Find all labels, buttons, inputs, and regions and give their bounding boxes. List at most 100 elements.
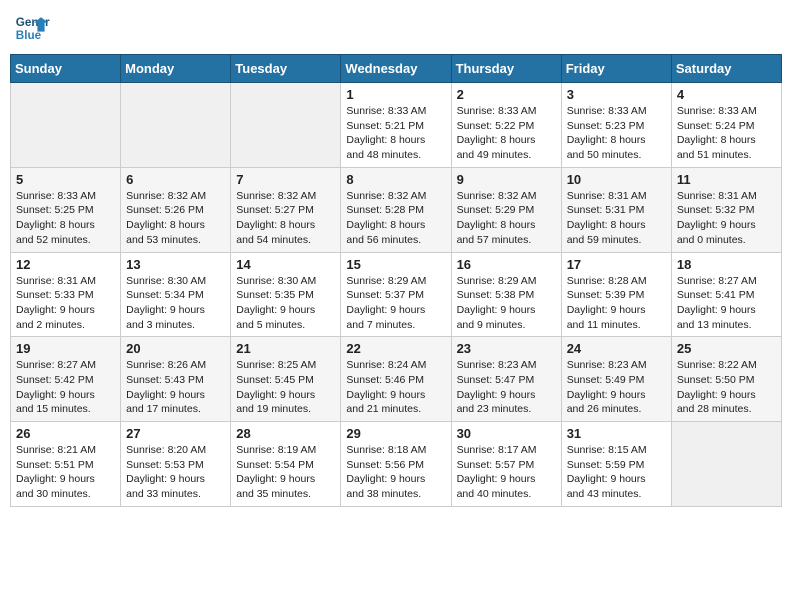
weekday-header-friday: Friday xyxy=(561,55,671,83)
weekday-header-row: SundayMondayTuesdayWednesdayThursdayFrid… xyxy=(11,55,782,83)
day-info: Sunrise: 8:22 AM Sunset: 5:50 PM Dayligh… xyxy=(677,358,776,417)
day-info: Sunrise: 8:23 AM Sunset: 5:49 PM Dayligh… xyxy=(567,358,666,417)
calendar-cell: 26 Sunrise: 8:21 AM Sunset: 5:51 PM Dayli… xyxy=(11,422,121,507)
day-number: 31 xyxy=(567,426,666,441)
day-number: 19 xyxy=(16,341,115,356)
calendar-cell: 18 Sunrise: 8:27 AM Sunset: 5:41 PM Dayli… xyxy=(671,252,781,337)
calendar-cell: 6 Sunrise: 8:32 AM Sunset: 5:26 PM Daylig… xyxy=(121,167,231,252)
week-row-2: 5Sunrise: 8:33 AM Sunset: 5:25 PM Daylig… xyxy=(11,167,782,252)
day-number: 18 xyxy=(677,257,776,272)
calendar-cell xyxy=(121,83,231,168)
day-info: Sunrise: 8:32 AM Sunset: 5:29 PM Dayligh… xyxy=(457,189,556,248)
day-number: 24 xyxy=(567,341,666,356)
day-number: 8 xyxy=(346,172,445,187)
day-info: Sunrise: 8:21 AM Sunset: 5:51 PM Dayligh… xyxy=(16,443,115,502)
calendar-cell: 3Sunrise: 8:33 AM Sunset: 5:23 PM Daylig… xyxy=(561,83,671,168)
day-info: Sunrise: 8:29 AM Sunset: 5:38 PM Dayligh… xyxy=(457,274,556,333)
calendar-cell: 24 Sunrise: 8:23 AM Sunset: 5:49 PM Dayli… xyxy=(561,337,671,422)
day-info: Sunrise: 8:32 AM Sunset: 5:28 PM Dayligh… xyxy=(346,189,445,248)
page-header: General Blue xyxy=(10,10,782,46)
calendar-cell: 9 Sunrise: 8:32 AM Sunset: 5:29 PM Daylig… xyxy=(451,167,561,252)
calendar-cell: 31Sunrise: 8:15 AM Sunset: 5:59 PM Dayli… xyxy=(561,422,671,507)
day-number: 22 xyxy=(346,341,445,356)
week-row-1: 1 Sunrise: 8:33 AM Sunset: 5:21 PM Daylig… xyxy=(11,83,782,168)
day-info: Sunrise: 8:18 AM Sunset: 5:56 PM Dayligh… xyxy=(346,443,445,502)
day-number: 12 xyxy=(16,257,115,272)
logo-icon: General Blue xyxy=(14,10,50,46)
calendar-cell: 7Sunrise: 8:32 AM Sunset: 5:27 PM Daylig… xyxy=(231,167,341,252)
day-number: 13 xyxy=(126,257,225,272)
day-info: Sunrise: 8:17 AM Sunset: 5:57 PM Dayligh… xyxy=(457,443,556,502)
calendar-cell: 4 Sunrise: 8:33 AM Sunset: 5:24 PM Daylig… xyxy=(671,83,781,168)
day-info: Sunrise: 8:30 AM Sunset: 5:34 PM Dayligh… xyxy=(126,274,225,333)
day-number: 6 xyxy=(126,172,225,187)
day-info: Sunrise: 8:20 AM Sunset: 5:53 PM Dayligh… xyxy=(126,443,225,502)
calendar-cell: 23Sunrise: 8:23 AM Sunset: 5:47 PM Dayli… xyxy=(451,337,561,422)
day-number: 27 xyxy=(126,426,225,441)
calendar-cell: 22 Sunrise: 8:24 AM Sunset: 5:46 PM Dayli… xyxy=(341,337,451,422)
week-row-3: 12Sunrise: 8:31 AM Sunset: 5:33 PM Dayli… xyxy=(11,252,782,337)
calendar-cell: 28 Sunrise: 8:19 AM Sunset: 5:54 PM Dayli… xyxy=(231,422,341,507)
day-number: 17 xyxy=(567,257,666,272)
calendar-cell xyxy=(231,83,341,168)
day-info: Sunrise: 8:26 AM Sunset: 5:43 PM Dayligh… xyxy=(126,358,225,417)
day-number: 5 xyxy=(16,172,115,187)
calendar-cell: 14 Sunrise: 8:30 AM Sunset: 5:35 PM Dayli… xyxy=(231,252,341,337)
day-number: 15 xyxy=(346,257,445,272)
day-number: 4 xyxy=(677,87,776,102)
day-number: 30 xyxy=(457,426,556,441)
week-row-4: 19Sunrise: 8:27 AM Sunset: 5:42 PM Dayli… xyxy=(11,337,782,422)
weekday-header-saturday: Saturday xyxy=(671,55,781,83)
calendar-cell: 16 Sunrise: 8:29 AM Sunset: 5:38 PM Dayli… xyxy=(451,252,561,337)
calendar-cell: 15 Sunrise: 8:29 AM Sunset: 5:37 PM Dayli… xyxy=(341,252,451,337)
calendar-table: SundayMondayTuesdayWednesdayThursdayFrid… xyxy=(10,54,782,507)
day-info: Sunrise: 8:29 AM Sunset: 5:37 PM Dayligh… xyxy=(346,274,445,333)
day-info: Sunrise: 8:19 AM Sunset: 5:54 PM Dayligh… xyxy=(236,443,335,502)
calendar-cell: 2 Sunrise: 8:33 AM Sunset: 5:22 PM Daylig… xyxy=(451,83,561,168)
weekday-header-sunday: Sunday xyxy=(11,55,121,83)
calendar-cell: 11Sunrise: 8:31 AM Sunset: 5:32 PM Dayli… xyxy=(671,167,781,252)
calendar-cell xyxy=(671,422,781,507)
day-number: 28 xyxy=(236,426,335,441)
day-number: 21 xyxy=(236,341,335,356)
calendar-cell: 13 Sunrise: 8:30 AM Sunset: 5:34 PM Dayli… xyxy=(121,252,231,337)
day-info: Sunrise: 8:33 AM Sunset: 5:23 PM Dayligh… xyxy=(567,104,666,163)
calendar-cell xyxy=(11,83,121,168)
day-info: Sunrise: 8:31 AM Sunset: 5:31 PM Dayligh… xyxy=(567,189,666,248)
day-info: Sunrise: 8:33 AM Sunset: 5:24 PM Dayligh… xyxy=(677,104,776,163)
day-number: 7 xyxy=(236,172,335,187)
calendar-cell: 20 Sunrise: 8:26 AM Sunset: 5:43 PM Dayli… xyxy=(121,337,231,422)
weekday-header-tuesday: Tuesday xyxy=(231,55,341,83)
day-number: 14 xyxy=(236,257,335,272)
day-number: 23 xyxy=(457,341,556,356)
weekday-header-thursday: Thursday xyxy=(451,55,561,83)
calendar-cell: 29 Sunrise: 8:18 AM Sunset: 5:56 PM Dayli… xyxy=(341,422,451,507)
weekday-header-wednesday: Wednesday xyxy=(341,55,451,83)
day-number: 2 xyxy=(457,87,556,102)
day-number: 16 xyxy=(457,257,556,272)
calendar-cell: 12Sunrise: 8:31 AM Sunset: 5:33 PM Dayli… xyxy=(11,252,121,337)
day-info: Sunrise: 8:31 AM Sunset: 5:32 PM Dayligh… xyxy=(677,189,776,248)
day-number: 25 xyxy=(677,341,776,356)
calendar-cell: 25 Sunrise: 8:22 AM Sunset: 5:50 PM Dayli… xyxy=(671,337,781,422)
svg-text:General: General xyxy=(16,16,50,29)
week-row-5: 26 Sunrise: 8:21 AM Sunset: 5:51 PM Dayli… xyxy=(11,422,782,507)
day-number: 20 xyxy=(126,341,225,356)
day-info: Sunrise: 8:33 AM Sunset: 5:22 PM Dayligh… xyxy=(457,104,556,163)
day-number: 1 xyxy=(346,87,445,102)
day-info: Sunrise: 8:30 AM Sunset: 5:35 PM Dayligh… xyxy=(236,274,335,333)
calendar-cell: 30 Sunrise: 8:17 AM Sunset: 5:57 PM Dayli… xyxy=(451,422,561,507)
day-info: Sunrise: 8:27 AM Sunset: 5:41 PM Dayligh… xyxy=(677,274,776,333)
day-info: Sunrise: 8:28 AM Sunset: 5:39 PM Dayligh… xyxy=(567,274,666,333)
day-number: 10 xyxy=(567,172,666,187)
calendar-cell: 8 Sunrise: 8:32 AM Sunset: 5:28 PM Daylig… xyxy=(341,167,451,252)
day-number: 9 xyxy=(457,172,556,187)
day-number: 26 xyxy=(16,426,115,441)
day-info: Sunrise: 8:25 AM Sunset: 5:45 PM Dayligh… xyxy=(236,358,335,417)
weekday-header-monday: Monday xyxy=(121,55,231,83)
day-info: Sunrise: 8:32 AM Sunset: 5:26 PM Dayligh… xyxy=(126,189,225,248)
calendar-cell: 27 Sunrise: 8:20 AM Sunset: 5:53 PM Dayli… xyxy=(121,422,231,507)
day-number: 29 xyxy=(346,426,445,441)
day-info: Sunrise: 8:24 AM Sunset: 5:46 PM Dayligh… xyxy=(346,358,445,417)
day-info: Sunrise: 8:33 AM Sunset: 5:21 PM Dayligh… xyxy=(346,104,445,163)
